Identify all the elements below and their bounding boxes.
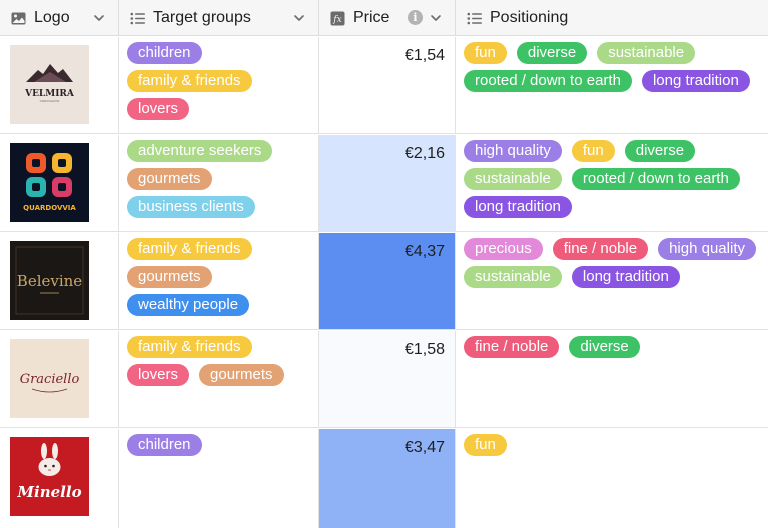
table-row[interactable]: Minello children €3,47 fun [0,429,768,528]
tag[interactable]: sustainable [597,42,696,64]
positioning-cell[interactable]: fun [456,429,768,528]
price-cell[interactable]: €3,47 [319,429,456,528]
column-label-positioning: Positioning [490,9,569,26]
column-label-logo: Logo [34,9,70,26]
column-label-target-groups: Target groups [153,9,251,26]
image-icon [10,10,26,26]
brand-logo-belevine: Belevine [10,241,89,320]
tag[interactable]: family & friends [127,238,252,260]
logo-cell[interactable]: Graciello [0,331,119,427]
positioning-cell[interactable]: high quality fun diverse sustainable rooted … [456,135,768,231]
logo-cell[interactable]: QUARDOVVIA [0,135,119,231]
price-cell[interactable]: €4,37 [319,233,456,329]
tag[interactable]: gourmets [199,364,284,386]
svg-text:fx: fx [332,15,341,25]
table-row[interactable]: VELMIRA CIOCCOLATO children family & frie… [0,37,768,134]
tag[interactable]: long tradition [641,70,750,92]
tag[interactable]: fun [464,42,507,64]
brand-logo-quardovvia: QUARDOVVIA [10,143,89,222]
target-groups-cell[interactable]: adventure seekers gourmets business client… [119,135,319,231]
tag[interactable]: adventure seekers [127,140,273,162]
tag[interactable]: high quality [464,140,562,162]
tag[interactable]: lovers [127,364,190,386]
tag[interactable]: gourmets [127,266,212,288]
tag[interactable]: lovers [127,98,190,120]
column-label-price: Price [353,9,390,26]
chevron-down-icon[interactable] [292,11,306,25]
target-groups-cell[interactable]: children [119,429,319,528]
chevron-down-icon[interactable] [429,11,443,25]
price-cell[interactable]: €1,54 [319,37,456,133]
tag[interactable]: high quality [658,238,756,260]
price-value: €3,47 [404,439,445,456]
target-groups-cell[interactable]: family & friends gourmets wealthy people [119,233,319,329]
list-icon [129,10,145,26]
brand-logo-graciello: Graciello [10,339,89,418]
tag[interactable]: diverse [624,140,696,162]
column-header-price[interactable]: fx Price i [319,0,456,36]
tag[interactable]: diverse [569,336,640,358]
column-header-logo[interactable]: Logo [0,0,119,36]
positioning-cell[interactable]: fun diverse sustainable rooted / down to ea… [456,37,768,133]
tag[interactable]: fine / noble [552,238,649,260]
chevron-down-icon[interactable] [92,11,106,25]
target-groups-cell[interactable]: family & friends lovers gourmets [119,331,319,427]
tag[interactable]: children [127,42,202,64]
price-value: €1,54 [404,47,445,64]
data-table: Logo Target groups fx Price i Positionin… [0,0,768,528]
column-header-target-groups[interactable]: Target groups [119,0,319,36]
brand-logo-velmira: VELMIRA CIOCCOLATO [10,45,89,124]
table-row[interactable]: QUARDOVVIA adventure seekers gourmets busi… [0,135,768,232]
svg-text:Graciello: Graciello [20,372,80,387]
svg-text:VELMIRA: VELMIRA [24,89,75,99]
logo-cell[interactable]: VELMIRA CIOCCOLATO [0,37,119,133]
svg-text:Minello: Minello [16,483,81,501]
tag[interactable]: gourmets [127,168,212,190]
tag[interactable]: long tradition [464,196,572,218]
table-row[interactable]: Belevine family & friends gourmets wealthy… [0,233,768,330]
tag[interactable]: sustainable [464,168,562,190]
price-value: €1,58 [404,341,445,358]
price-value: €4,37 [404,243,445,260]
table-header: Logo Target groups fx Price i Positionin… [0,0,768,36]
tag[interactable]: fun [571,140,615,162]
formula-icon: fx [329,10,345,26]
positioning-cell[interactable]: precious fine / noble high quality sustaina… [456,233,768,329]
tag[interactable]: rooted / down to earth [571,168,740,190]
tag[interactable]: fine / noble [464,336,560,358]
list-icon [466,10,482,26]
tag[interactable]: children [127,434,202,456]
tag[interactable]: diverse [516,42,588,64]
tag[interactable]: precious [464,238,543,260]
logo-cell[interactable]: Belevine [0,233,119,329]
info-icon[interactable]: i [408,10,423,25]
svg-text:Belevine: Belevine [17,272,83,290]
tag[interactable]: wealthy people [127,294,250,316]
positioning-cell[interactable]: fine / noble diverse [456,331,768,427]
tag[interactable]: family & friends [127,70,252,92]
tag[interactable]: long tradition [571,266,680,288]
tag[interactable]: sustainable [464,266,562,288]
logo-cell[interactable]: Minello [0,429,119,528]
price-cell[interactable]: €2,16 [319,135,456,231]
price-value: €2,16 [404,145,445,162]
svg-text:CIOCCOLATO: CIOCCOLATO [40,99,60,103]
svg-text:QUARDOVVIA: QUARDOVVIA [23,204,76,212]
target-groups-cell[interactable]: children family & friends lovers [119,37,319,133]
tag[interactable]: rooted / down to earth [464,70,632,92]
price-cell[interactable]: €1,58 [319,331,456,427]
column-header-positioning[interactable]: Positioning [456,0,768,36]
tag[interactable]: family & friends [127,336,252,358]
tag[interactable]: fun [464,434,507,456]
brand-logo-minello: Minello [10,437,89,516]
table-row[interactable]: Graciello family & friends lovers gourmets… [0,331,768,428]
tag[interactable]: business clients [127,196,255,218]
